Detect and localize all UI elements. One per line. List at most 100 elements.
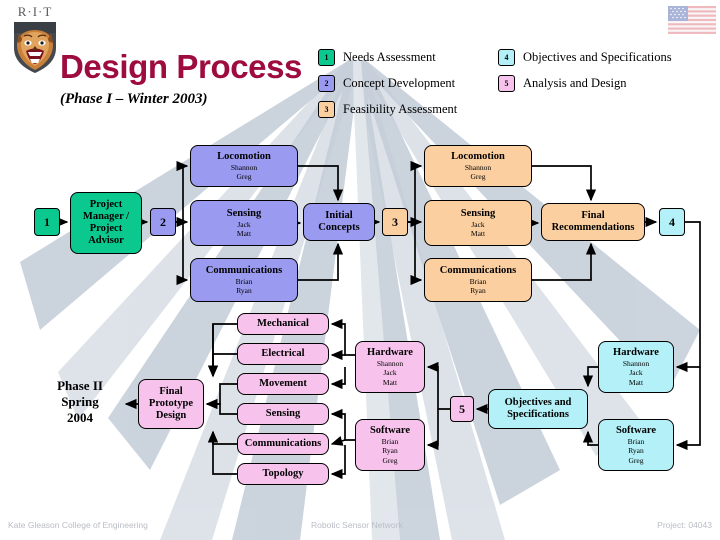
phase-badge-4: 4	[659, 208, 685, 236]
node-member: Greg	[470, 172, 486, 181]
node-loco1: Locomotion Shannon Greg	[190, 145, 298, 187]
page-subtitle: (Phase I – Winter 2003)	[60, 91, 208, 107]
page-title: Design Process	[60, 48, 303, 85]
legend-label-1: Needs Assessment	[343, 49, 436, 64]
node-hwL: Hardware Shannon Jack Matt	[355, 341, 425, 393]
node-sens2: Sensing Jack Matt	[424, 200, 532, 246]
legend-item-5: 5 Analysis and Design	[498, 72, 672, 94]
footer-left-text: Kate Gleason College of Engineering	[8, 520, 148, 530]
node-member: Shannon	[464, 162, 492, 172]
node-member: Matt	[628, 377, 644, 387]
footer-middle-text: Robotic Sensor Network	[311, 520, 403, 530]
node-comm1: Communications Brian Ryan	[190, 258, 298, 302]
node-member: Shannon	[622, 358, 650, 368]
node-member: Brian	[627, 436, 645, 446]
node-mech: Mechanical	[237, 313, 329, 335]
node-member: Matt	[382, 377, 398, 387]
us-flag-icon	[668, 6, 716, 34]
node-title-line: Sensing	[460, 207, 496, 219]
node-title-line: Mechanical	[257, 318, 309, 329]
node-member: Greg	[236, 172, 252, 181]
phase-badge-5: 5	[450, 396, 474, 422]
legend-label-4: Objectives and Specifications	[523, 49, 672, 64]
node-member: Matt	[470, 229, 486, 238]
node-title-line: Prototype	[148, 398, 194, 409]
legend-badge-1: 1	[318, 48, 335, 66]
node-move: Movement	[237, 373, 329, 395]
node-comm3: Communications	[237, 433, 329, 455]
node-title-line: Recommendations	[551, 222, 635, 233]
footer: Kate Gleason College of Engineering Robo…	[0, 520, 720, 540]
label-line: 2004	[67, 410, 93, 425]
node-member: Greg	[382, 455, 398, 465]
node-title-line: Hardware	[613, 346, 659, 358]
node-title-line: Communications	[244, 438, 322, 449]
legend-item-2: 2 Concept Development	[318, 72, 457, 94]
node-pm: Project Manager / Project Advisor	[70, 192, 142, 254]
node-title-line: Sensing	[226, 207, 262, 219]
node-member: Brian	[235, 276, 253, 286]
node-sens3: Sensing	[237, 403, 329, 425]
node-member: Shannon	[230, 162, 258, 172]
legend-badge-2: 2	[318, 74, 335, 92]
node-member: Jack	[237, 219, 251, 229]
legend-item-3: 3 Feasibility Assessment	[318, 98, 457, 120]
node-title-line: Software	[369, 424, 411, 436]
node-title-line: Objectives and	[504, 397, 572, 408]
node-member: Ryan	[470, 286, 486, 295]
node-member: Ryan	[628, 446, 644, 456]
node-swR: Software Brian Ryan Greg	[598, 419, 674, 471]
node-title-line: Locomotion	[451, 150, 505, 162]
node-title-line: Hardware	[367, 346, 413, 358]
node-title-line: Software	[615, 424, 657, 436]
legend-item-1: 1 Needs Assessment	[318, 46, 457, 68]
legend-label-5: Analysis and Design	[523, 75, 627, 90]
node-member: Greg	[628, 455, 644, 465]
node-comm2: Communications Brian Ryan	[424, 258, 532, 302]
node-topo: Topology	[237, 463, 329, 485]
node-title-line: Electrical	[261, 348, 305, 359]
node-member: Jack	[471, 219, 485, 229]
label-phase2: Phase II Spring 2004	[38, 378, 122, 426]
node-title-line: Movement	[259, 378, 307, 389]
node-title-line: Locomotion	[217, 150, 271, 162]
node-objspec: Objectives and Specifications	[488, 389, 588, 429]
slide-canvas: R·I·T Design Process (Phase I – Winter 2…	[0, 0, 720, 540]
label-line: Phase II	[57, 378, 103, 393]
footer-right-text: Project: 04043	[657, 520, 712, 530]
node-fpd: Final Prototype Design	[138, 379, 204, 429]
node-member: Ryan	[382, 446, 398, 456]
node-title-line: Specifications	[507, 409, 569, 420]
phase-badge-2: 2	[150, 208, 176, 236]
node-member: Jack	[383, 368, 397, 378]
node-swL: Software Brian Ryan Greg	[355, 419, 425, 471]
node-sens1: Sensing Jack Matt	[190, 200, 298, 246]
node-title-line: Advisor	[88, 235, 124, 246]
legend-column-left: 1 Needs Assessment 2 Concept Development 3 Fe…	[318, 46, 457, 124]
node-title-line: Design	[155, 410, 187, 421]
node-member: Matt	[236, 229, 252, 238]
node-title-line: Initial	[325, 210, 353, 221]
node-title-line: Communications	[205, 264, 283, 276]
node-title-line: Final	[159, 386, 183, 397]
legend-badge-4: 4	[498, 48, 515, 66]
node-title-line: Manager /	[82, 211, 130, 222]
legend-badge-3: 3	[318, 100, 335, 118]
node-title-line: Final	[581, 210, 605, 221]
label-line: Spring	[61, 394, 99, 409]
node-member: Brian	[469, 276, 487, 286]
node-title-line: Communications	[439, 264, 517, 276]
svg-text:R·I·T: R·I·T	[18, 4, 53, 19]
node-member: Brian	[381, 436, 399, 446]
legend-label-3: Feasibility Assessment	[343, 101, 458, 116]
rit-logo: R·I·T	[14, 4, 56, 73]
node-hwR: Hardware Shannon Jack Matt	[598, 341, 674, 393]
node-member: Ryan	[236, 286, 252, 295]
node-elec: Electrical	[237, 343, 329, 365]
node-title-line: Topology	[262, 468, 304, 479]
legend-badge-5: 5	[498, 74, 515, 92]
node-member: Jack	[629, 368, 643, 378]
node-initc: Initial Concepts	[303, 203, 375, 241]
node-member: Shannon	[376, 358, 404, 368]
node-title-line: Sensing	[265, 408, 301, 419]
